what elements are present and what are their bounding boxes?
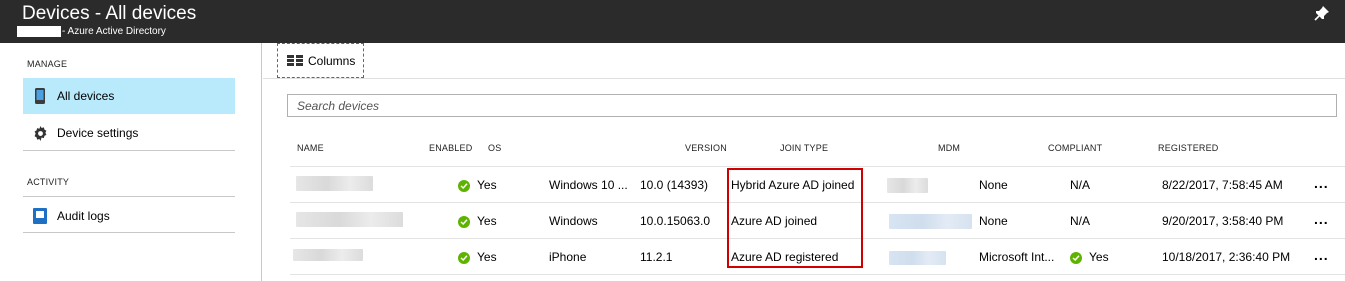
column-header-name[interactable]: NAME — [297, 143, 324, 153]
more-options-button[interactable]: ... — [1314, 211, 1329, 227]
column-header-registered[interactable]: REGISTERED — [1158, 143, 1219, 153]
mdm-cell: None — [979, 214, 1008, 228]
column-header-os[interactable]: OS — [488, 143, 501, 153]
sidebar-item-device-settings[interactable]: Device settings — [23, 115, 235, 151]
columns-label: Columns — [308, 53, 356, 68]
redacted-device-name — [293, 249, 363, 261]
pin-icon[interactable] — [1313, 4, 1331, 22]
enabled-value: Yes — [477, 214, 497, 228]
check-icon — [458, 215, 470, 228]
check-icon — [458, 251, 470, 264]
sidebar-divider — [23, 232, 235, 233]
os-cell: iPhone — [549, 250, 587, 264]
sidebar-item-label: Device settings — [57, 126, 139, 140]
column-header-mdm[interactable]: MDM — [938, 143, 960, 153]
redacted-mdm-detail — [889, 214, 972, 229]
enabled-value: Yes — [477, 250, 497, 264]
version-cell: 10.0 (14393) — [640, 178, 709, 192]
sidebar-divider — [23, 150, 235, 151]
column-header-enabled[interactable]: ENABLED — [429, 143, 472, 153]
enabled-value: Yes — [477, 178, 497, 192]
sidebar-item-label: Audit logs — [57, 209, 110, 223]
phone-icon — [25, 88, 55, 104]
version-cell: 11.2.1 — [640, 250, 673, 264]
sidebar-divider — [23, 196, 235, 197]
check-icon — [458, 179, 470, 192]
log-icon — [25, 208, 55, 224]
sidebar-item-all-devices[interactable]: All devices — [23, 78, 235, 114]
compliant-cell: N/A — [1070, 214, 1091, 228]
sidebar: MANAGE All devices Device settings ACTIV… — [0, 43, 262, 281]
sidebar-item-label: All devices — [57, 89, 115, 103]
redacted-mdm-detail — [887, 178, 928, 193]
registered-cell: 9/20/2017, 3:58:40 PM — [1162, 214, 1284, 228]
compliant-cell: N/A — [1070, 178, 1091, 192]
table-header-divider — [290, 166, 1345, 167]
version-cell: 10.0.15063.0 — [640, 214, 711, 228]
blade-header: Devices - All devices - Azure Active Dir… — [0, 0, 1345, 43]
column-header-version[interactable]: VERSION — [685, 143, 727, 153]
enabled-cell: Yes — [458, 250, 497, 264]
redacted-tenant-name — [17, 26, 61, 37]
mdm-cell: Microsoft Int... — [979, 250, 1055, 264]
redacted-device-name — [296, 212, 403, 227]
page-subtitle: - Azure Active Directory — [17, 26, 166, 37]
enabled-cell: Yes — [458, 214, 497, 228]
compliant-value: Yes — [1089, 250, 1109, 264]
column-header-join-type[interactable]: JOIN TYPE — [780, 143, 828, 153]
more-options-button[interactable]: ... — [1314, 247, 1329, 263]
mdm-cell: None — [979, 178, 1008, 192]
enabled-cell: Yes — [458, 178, 497, 192]
activity-section-label: ACTIVITY — [27, 177, 70, 187]
os-cell: Windows — [549, 214, 598, 228]
search-input[interactable] — [287, 94, 1337, 117]
registered-cell: 8/22/2017, 7:58:45 AM — [1162, 178, 1283, 192]
column-header-compliant[interactable]: COMPLIANT — [1048, 143, 1102, 153]
manage-section-label: MANAGE — [27, 59, 68, 69]
redacted-device-name — [296, 176, 373, 191]
subtitle-text: - Azure Active Directory — [62, 26, 166, 37]
compliant-cell: Yes — [1070, 250, 1109, 264]
columns-icon — [287, 55, 303, 66]
gear-icon — [25, 125, 55, 141]
toolbar-divider — [263, 78, 1345, 79]
join-type-highlight-box — [727, 168, 863, 268]
sidebar-item-audit-logs[interactable]: Audit logs — [23, 198, 235, 234]
columns-button[interactable]: Columns — [277, 43, 364, 78]
more-options-button[interactable]: ... — [1314, 175, 1329, 191]
registered-cell: 10/18/2017, 2:36:40 PM — [1162, 250, 1291, 264]
check-icon — [1070, 251, 1082, 264]
redacted-mdm-detail — [889, 251, 946, 265]
page-title: Devices - All devices — [22, 3, 197, 24]
os-cell: Windows 10 ... — [549, 178, 628, 192]
row-divider — [290, 274, 1345, 275]
